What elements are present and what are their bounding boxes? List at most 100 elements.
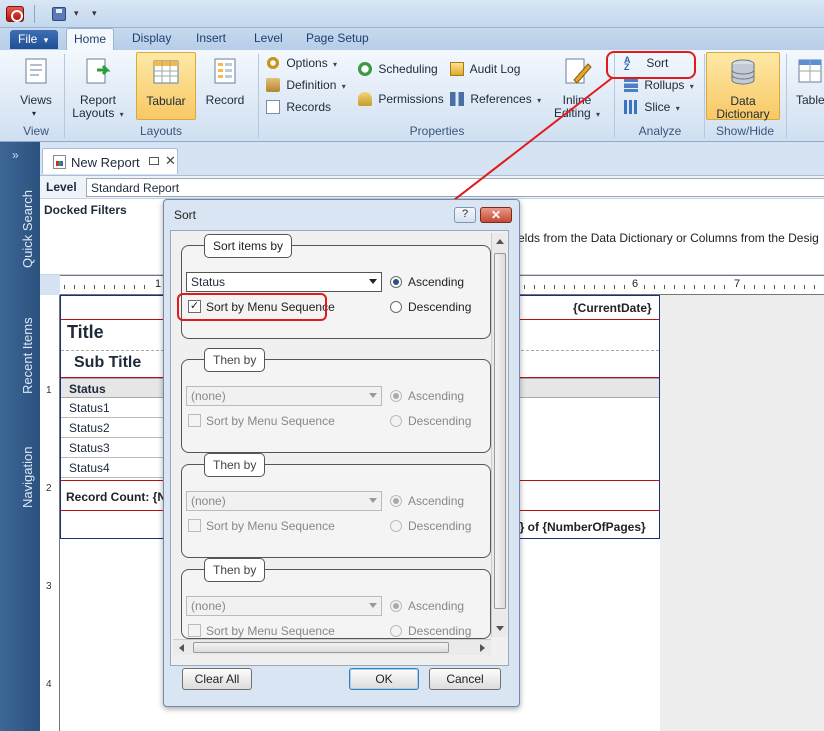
- sort-field-select[interactable]: (none): [186, 491, 382, 511]
- tab-level[interactable]: Level: [254, 31, 283, 45]
- sort-field-value: (none): [191, 389, 226, 403]
- group-label-layouts: Layouts: [139, 124, 183, 138]
- close-icon[interactable]: ✕: [165, 153, 176, 169]
- file-tab[interactable]: File ▾: [10, 30, 58, 49]
- vertical-scrollbar[interactable]: [491, 233, 507, 637]
- scheduling-label: Scheduling: [378, 62, 438, 76]
- descending-radio[interactable]: [390, 415, 402, 427]
- clear-all-button[interactable]: Clear All: [182, 668, 252, 690]
- app-logo-icon[interactable]: [6, 6, 24, 22]
- definition-button[interactable]: Definition ▾: [266, 78, 346, 98]
- descending-radio[interactable]: [390, 301, 402, 313]
- ascending-radio[interactable]: [390, 390, 402, 402]
- ascending-radio[interactable]: [390, 600, 402, 612]
- sort-by-menu-checkbox[interactable]: [188, 519, 201, 532]
- rollups-icon: [624, 78, 638, 92]
- chevron-down-icon: ▾: [43, 35, 49, 45]
- sidebar-item-recent-items[interactable]: Recent Items: [20, 317, 35, 394]
- sort-by-menu-checkbox[interactable]: [188, 414, 201, 427]
- chevron-down-icon: ▾: [537, 96, 542, 105]
- tab-home[interactable]: Home: [66, 28, 115, 50]
- document-tab[interactable]: New Report ✕: [42, 148, 178, 174]
- records-button[interactable]: Records: [266, 100, 331, 120]
- views-label: Views: [20, 93, 52, 107]
- collapse-chevron-icon[interactable]: »: [12, 148, 19, 162]
- scroll-down-icon[interactable]: [496, 626, 504, 631]
- horizontal-scrollbar[interactable]: [173, 639, 491, 655]
- chevron-down-icon: [369, 279, 377, 284]
- ok-button[interactable]: OK: [349, 668, 419, 690]
- definition-icon: [266, 78, 280, 92]
- descending-label: Descending: [408, 519, 472, 533]
- references-button[interactable]: References ▾: [450, 92, 541, 112]
- tab-page-setup[interactable]: Page Setup: [306, 31, 369, 45]
- left-sidebar: » Quick Search Recent Items Navigation: [0, 142, 40, 731]
- page-number-field[interactable]: r} of {NumberOfPages}: [515, 520, 646, 534]
- dialog-close-button[interactable]: ✕: [480, 207, 512, 223]
- scroll-thumb[interactable]: [193, 642, 449, 653]
- save-icon[interactable]: [52, 7, 66, 21]
- current-date-field[interactable]: {CurrentDate}: [573, 301, 652, 315]
- slice-button[interactable]: Slice ▾: [624, 100, 680, 120]
- inline-editing-button[interactable]: Inline Editing ▾: [546, 52, 608, 122]
- sort-field-select[interactable]: (none): [186, 596, 382, 616]
- undo-dropdown-icon[interactable]: ▾: [74, 8, 79, 19]
- permissions-button[interactable]: Permissions: [358, 92, 444, 112]
- chevron-down-icon: [369, 393, 377, 398]
- record-icon: [214, 58, 236, 84]
- level-select[interactable]: Standard Report: [86, 178, 824, 197]
- group-label-view: View: [23, 124, 49, 138]
- scroll-up-icon[interactable]: [496, 239, 504, 244]
- ribbon: Views ▾ View Report Layouts ▾ Tabular Re…: [0, 50, 824, 142]
- table-row: Status4: [61, 458, 171, 478]
- scroll-thumb[interactable]: [494, 253, 506, 609]
- help-button[interactable]: ?: [454, 207, 476, 223]
- tab-display[interactable]: Display: [132, 31, 171, 45]
- scheduling-button[interactable]: Scheduling: [358, 62, 438, 82]
- ascending-radio[interactable]: [390, 495, 402, 507]
- float-window-icon[interactable]: [149, 157, 159, 165]
- record-count-field[interactable]: Record Count: {N: [66, 490, 166, 504]
- sort-group-then-3: Then by (none) Sort by Menu Sequence Asc…: [181, 558, 491, 639]
- report-title[interactable]: Title: [67, 322, 104, 343]
- report-layouts-button[interactable]: Report Layouts ▾: [66, 52, 130, 122]
- views-icon: [25, 58, 47, 84]
- slice-label: Slice: [644, 100, 671, 114]
- cancel-button[interactable]: Cancel: [429, 668, 501, 690]
- rollups-button[interactable]: Rollups ▾: [624, 78, 694, 98]
- sort-field-select[interactable]: Status: [186, 272, 382, 292]
- sort-by-menu-checkbox[interactable]: [188, 624, 201, 637]
- record-label: Record: [205, 93, 245, 107]
- scroll-left-icon[interactable]: [179, 644, 184, 652]
- sort-field-value: (none): [191, 494, 226, 508]
- chevron-down-icon: [369, 498, 377, 503]
- options-button[interactable]: Options ▾: [266, 56, 337, 76]
- vertical-ruler: 1 2 3 4: [40, 295, 60, 731]
- table-button[interactable]: Table: [788, 52, 824, 122]
- scroll-right-icon[interactable]: [480, 644, 485, 652]
- chevron-down-icon: ▾: [341, 82, 346, 91]
- sort-group-then-1: Then by (none) Sort by Menu Sequence Asc…: [181, 348, 491, 453]
- sidebar-item-navigation[interactable]: Navigation: [20, 447, 35, 508]
- ribbon-tabstrip: File ▾ Home Display Insert Level Page Se…: [0, 28, 824, 50]
- data-dictionary-button[interactable]: Data Dictionary: [706, 52, 780, 121]
- gear-icon: [266, 56, 280, 70]
- records-label: Records: [286, 100, 332, 114]
- sidebar-item-quick-search[interactable]: Quick Search: [20, 190, 35, 268]
- tab-insert[interactable]: Insert: [196, 31, 226, 45]
- vruler-number: 4: [46, 679, 52, 690]
- sort-dialog: Sort ? ✕ Sort items by Status ✓ Sort by …: [163, 199, 520, 707]
- descending-radio[interactable]: [390, 520, 402, 532]
- descending-label: Descending: [408, 624, 472, 638]
- customize-quick-access-icon[interactable]: ▾: [92, 8, 97, 19]
- sort-by-menu-label: Sort by Menu Sequence: [206, 519, 335, 533]
- report-subtitle[interactable]: Sub Title: [74, 354, 141, 372]
- views-button[interactable]: Views ▾: [12, 52, 60, 122]
- tabular-button[interactable]: Tabular: [136, 52, 196, 120]
- descending-radio[interactable]: [390, 625, 402, 637]
- record-button[interactable]: Record: [200, 52, 250, 122]
- audit-log-button[interactable]: Audit Log: [450, 62, 520, 82]
- sort-field-select[interactable]: (none): [186, 386, 382, 406]
- permissions-icon: [358, 92, 372, 106]
- ascending-radio[interactable]: [390, 276, 402, 288]
